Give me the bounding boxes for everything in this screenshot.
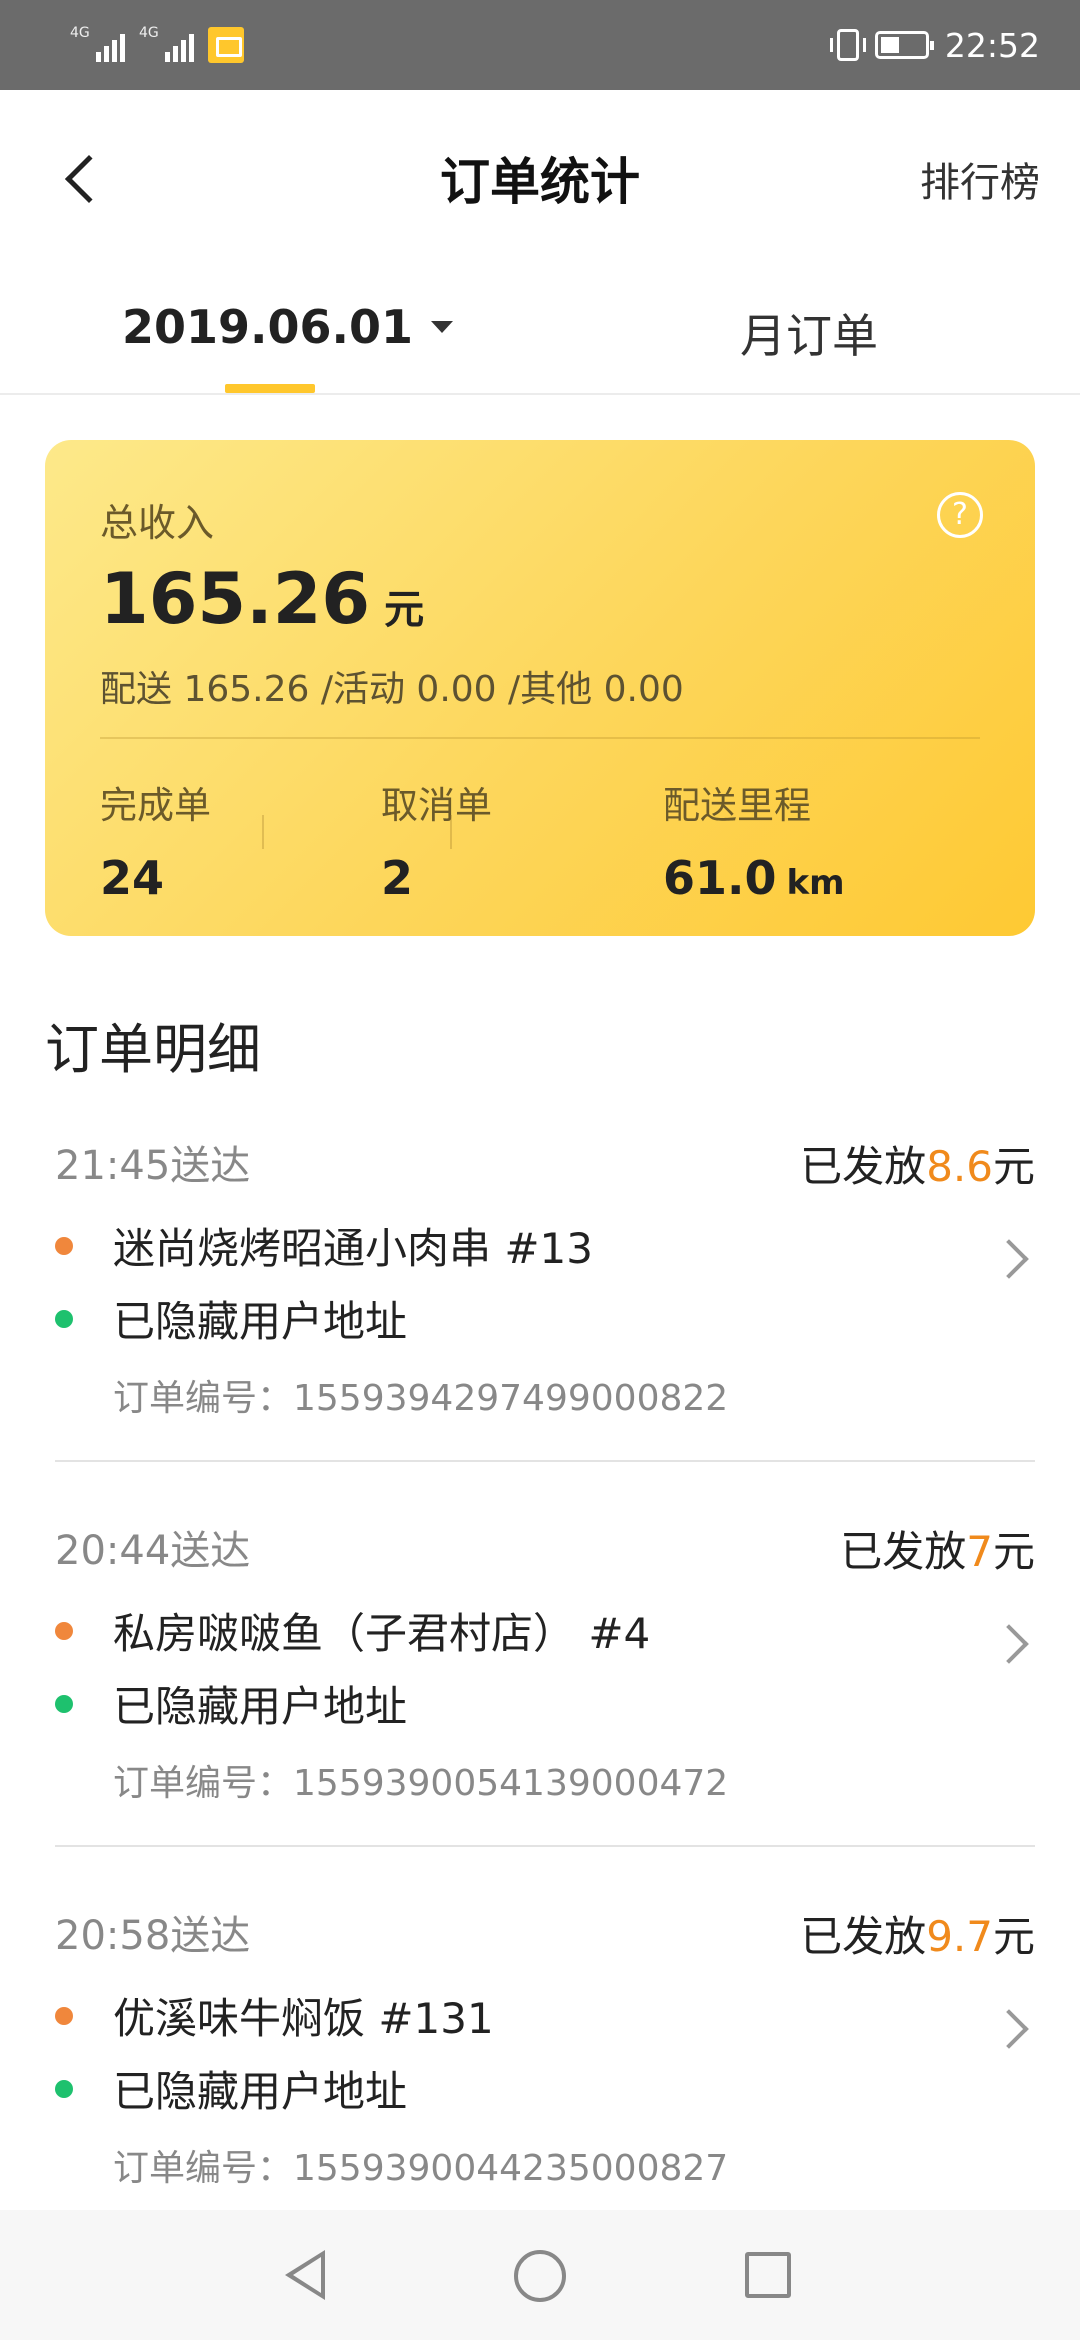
stat-label: 配送里程 — [663, 784, 811, 827]
active-tab-indicator — [225, 384, 315, 393]
income-summary-card: 总收入 ? 165.26 元 配送 165.26 /活动 0.00 /其他 0.… — [45, 440, 1035, 936]
total-income-unit: 元 — [384, 587, 425, 633]
stat-separator — [262, 815, 264, 849]
status-bar: 4G 4G 22:52 — [0, 0, 1080, 90]
stat-separator — [450, 815, 452, 849]
status-time: 22:52 — [944, 25, 1040, 65]
address-row: 已隐藏用户地址 — [55, 2058, 407, 2119]
delivery-time: 20:44送达 — [55, 1528, 251, 1574]
tab-date-label: 2019.06.01 — [122, 300, 414, 354]
tab-monthly-orders[interactable]: 月订单 — [740, 300, 878, 366]
address-row: 已隐藏用户地址 — [55, 1288, 407, 1349]
address-dot-icon — [55, 1694, 73, 1713]
status-left: 4G 4G — [70, 25, 244, 63]
payout-amount: 9.7 — [926, 1912, 993, 1961]
signal-icon: 4G — [70, 25, 125, 62]
system-nav-bar — [0, 2210, 1080, 2340]
payout-prefix: 已发放 — [800, 1142, 927, 1191]
dropdown-caret-icon — [431, 321, 454, 333]
stat-value: 2 — [381, 851, 492, 905]
payout-suffix: 元 — [992, 1142, 1035, 1191]
stat-number: 24 — [100, 851, 165, 905]
stat-label: 取消单 — [381, 784, 492, 827]
address-dot-icon — [55, 1309, 73, 1328]
payout-prefix: 已发放 — [800, 1912, 927, 1961]
stat-completed: 完成单 24 — [100, 775, 211, 905]
store-name: 私房啵啵鱼（子君村店） #4 — [113, 1609, 651, 1658]
order-number: 订单编号：1559394297499000822 — [113, 1378, 729, 1419]
stat-value: 61.0 km — [663, 851, 845, 905]
tab-bar: 2019.06.01 月订单 — [0, 260, 1080, 395]
payout: 已发放8.6元 — [800, 1133, 1035, 1194]
chevron-right-icon — [989, 1624, 1029, 1664]
stat-unit: km — [786, 863, 845, 903]
payout-prefix: 已发放 — [840, 1527, 967, 1576]
order-number: 订单编号：1559390044235000827 — [113, 2148, 729, 2189]
stat-label: 完成单 — [100, 784, 211, 827]
tab-daily-date-picker[interactable]: 2019.06.01 — [122, 300, 454, 354]
status-right: 22:52 — [829, 25, 1040, 65]
payout-amount: 7 — [966, 1527, 993, 1576]
app-notification-icon — [208, 27, 244, 63]
store-name: 迷尚烧烤昭通小肉串 #13 — [113, 1224, 593, 1273]
store-dot-icon — [55, 1621, 73, 1640]
page-title: 订单统计 — [440, 153, 640, 211]
network-type-label: 4G — [70, 25, 90, 41]
order-divider — [55, 1460, 1035, 1462]
leaderboard-link[interactable]: 排行榜 — [920, 150, 1040, 208]
chevron-right-icon — [989, 1239, 1029, 1279]
customer-address: 已隐藏用户地址 — [113, 2067, 408, 2116]
card-divider — [100, 737, 980, 739]
store-row: 迷尚烧烤昭通小肉串 #13 — [55, 1215, 593, 1276]
order-number: 订单编号：1559390054139000472 — [113, 1763, 729, 1804]
address-row: 已隐藏用户地址 — [55, 1673, 407, 1734]
nav-home-icon[interactable] — [514, 2250, 566, 2302]
payout: 已发放7元 — [840, 1518, 1035, 1579]
store-dot-icon — [55, 1236, 73, 1255]
chevron-right-icon — [989, 2009, 1029, 2049]
nav-recents-icon[interactable] — [745, 2252, 791, 2298]
stat-distance: 配送里程 61.0 km — [663, 775, 845, 905]
help-icon[interactable]: ? — [937, 492, 983, 538]
payout-amount: 8.6 — [926, 1142, 993, 1191]
customer-address: 已隐藏用户地址 — [113, 1682, 408, 1731]
address-dot-icon — [55, 2079, 73, 2098]
store-dot-icon — [55, 2006, 73, 2025]
total-income-label: 总收入 — [100, 501, 215, 545]
payout-suffix: 元 — [992, 1912, 1035, 1961]
total-income: 165.26 元 — [100, 558, 424, 640]
signal-icon: 4G — [139, 25, 194, 62]
stat-number: 2 — [381, 851, 414, 905]
total-income-value: 165.26 — [100, 558, 371, 640]
order-divider — [55, 1845, 1035, 1847]
network-type-label: 4G — [139, 25, 159, 41]
store-row: 优溪味牛焖饭 #131 — [55, 1985, 494, 2046]
delivery-time: 20:58送达 — [55, 1913, 251, 1959]
stat-number: 61.0 — [663, 851, 777, 905]
nav-back-icon[interactable] — [285, 2250, 325, 2300]
delivery-time: 21:45送达 — [55, 1143, 251, 1189]
battery-icon — [874, 31, 934, 59]
stat-value: 24 — [100, 851, 211, 905]
store-row: 私房啵啵鱼（子君村店） #4 — [55, 1600, 650, 1661]
customer-address: 已隐藏用户地址 — [113, 1297, 408, 1346]
payout: 已发放9.7元 — [800, 1903, 1035, 1964]
payout-suffix: 元 — [992, 1527, 1035, 1576]
app-header: 订单统计 排行榜 — [0, 90, 1080, 260]
income-breakdown: 配送 165.26 /活动 0.00 /其他 0.00 — [100, 669, 684, 710]
stat-cancelled: 取消单 2 — [381, 775, 492, 905]
screen: 4G 4G 22:52 订单统计 排行榜 2019.06.01 月订单 总收入 … — [0, 0, 1080, 2340]
vibrate-icon — [829, 29, 866, 61]
order-details-title: 订单明细 — [45, 1018, 261, 1081]
store-name: 优溪味牛焖饭 #131 — [113, 1994, 494, 2043]
